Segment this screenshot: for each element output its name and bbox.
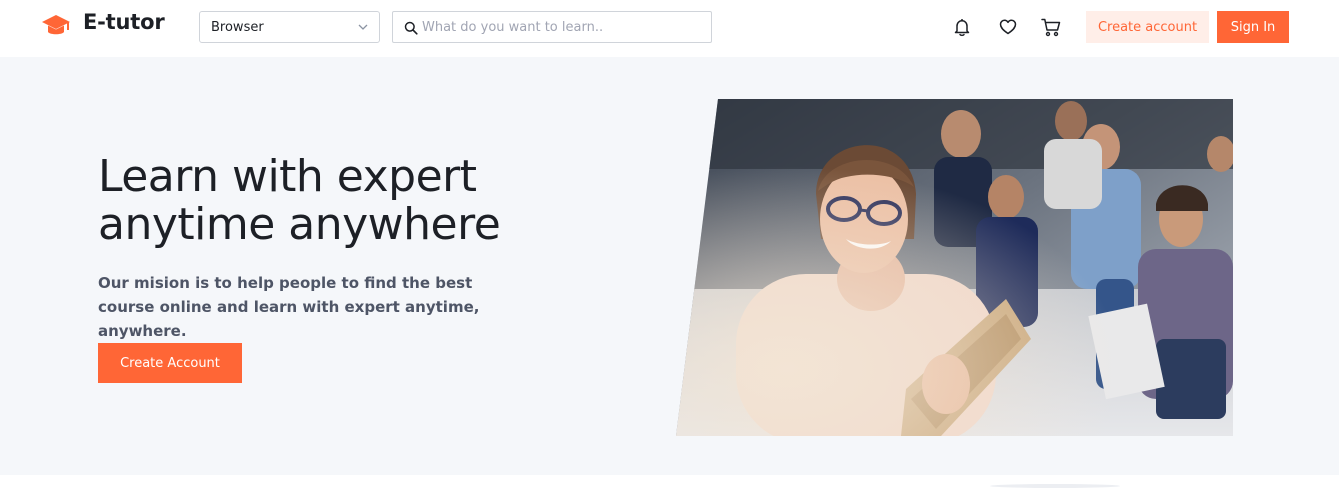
logo[interactable]: E-tutor [41,10,165,40]
category-select-value: Browser [211,20,264,35]
hero-section: Learn with expert anytime anywhere Our m… [0,57,1339,475]
search-icon [404,21,418,35]
chevron-down-icon [358,24,368,30]
hero-image [676,99,1233,436]
hero-description: Our mision is to help people to find the… [98,274,480,340]
sign-in-button[interactable]: Sign In [1217,11,1289,43]
create-account-button[interactable]: Create account [1086,11,1209,43]
brand-name: E-tutor [83,10,165,34]
bell-icon [954,19,970,37]
category-select[interactable]: Browser [199,11,380,43]
cart-button[interactable] [1040,16,1062,38]
hero-title-line-2: anytime anywhere [98,199,501,250]
search-box [392,11,712,43]
search-input[interactable] [422,12,707,42]
graduation-cap-icon [42,15,70,35]
notifications-button[interactable] [951,16,973,38]
hero-title: Learn with expert anytime anywhere [98,153,568,249]
cart-icon [1041,18,1061,37]
bottom-shadow [990,484,1120,488]
top-navbar: E-tutor Browser Create account [0,0,1339,57]
wishlist-button[interactable] [997,16,1019,38]
classroom-photo [676,99,1233,436]
hero-create-account-button[interactable]: Create Account [98,343,242,383]
bottom-strip [0,475,1339,488]
heart-icon [999,19,1017,35]
hero-title-line-1: Learn with expert [98,151,477,202]
